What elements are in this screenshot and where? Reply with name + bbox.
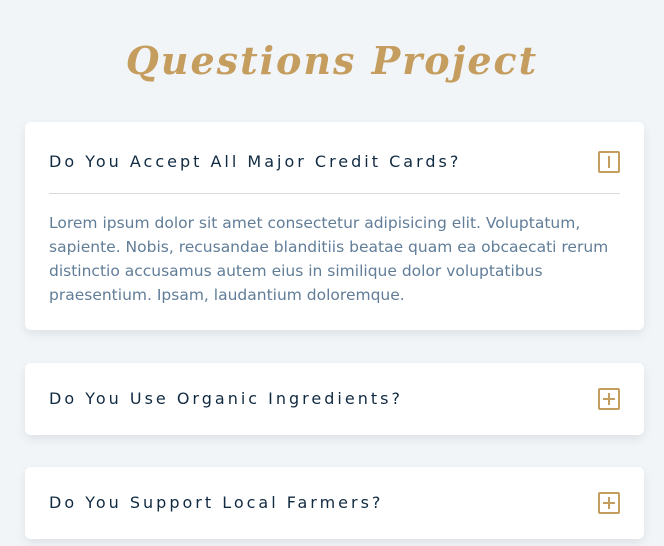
- question-card: Do You Support Local Farmers?: [25, 467, 644, 539]
- question-card: Do You Use Organic Ingredients?: [25, 363, 644, 435]
- question-title: Do You Accept All Major Credit Cards?: [49, 152, 462, 171]
- question-title: Do You Support Local Farmers?: [49, 493, 384, 512]
- expand-button[interactable]: [598, 492, 620, 514]
- divider: [49, 193, 620, 194]
- page-title: Questions Project: [125, 38, 539, 84]
- minus-icon: [608, 156, 610, 168]
- question-header: Do You Use Organic Ingredients?: [49, 379, 620, 419]
- question-header: Do You Support Local Farmers?: [49, 483, 620, 523]
- question-answer: Lorem ipsum dolor sit amet consectetur a…: [49, 214, 609, 304]
- expand-button[interactable]: [598, 388, 620, 410]
- question-header: Do You Accept All Major Credit Cards?: [49, 142, 620, 182]
- question-title: Do You Use Organic Ingredients?: [49, 389, 403, 408]
- question-card: Do You Accept All Major Credit Cards? Lo…: [25, 122, 644, 330]
- collapse-button[interactable]: [598, 151, 620, 173]
